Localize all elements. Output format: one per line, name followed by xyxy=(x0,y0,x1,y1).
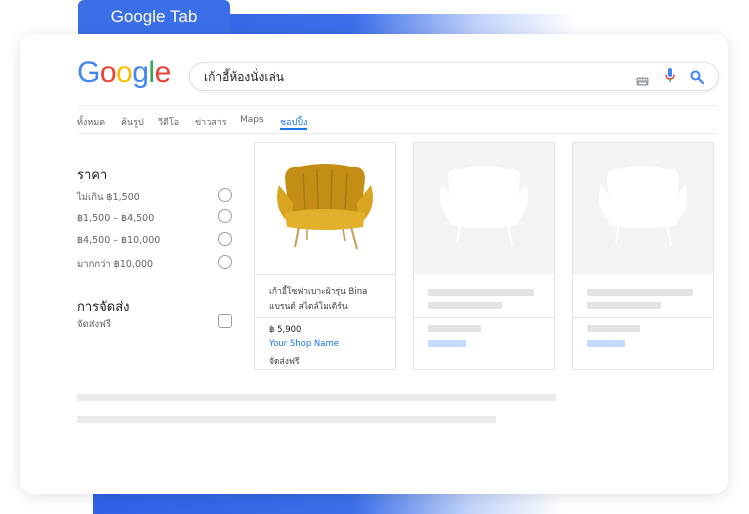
tab-videos[interactable]: วีดีโอ xyxy=(158,115,179,129)
microphone-icon[interactable] xyxy=(665,68,675,87)
google-tab-label: Google Tab xyxy=(78,0,230,34)
tab-maps[interactable]: Maps xyxy=(240,115,264,125)
search-input[interactable]: เก้าอี้ห้องนั่งเล่น xyxy=(189,62,719,91)
google-logo[interactable]: Google xyxy=(77,56,171,90)
shipping-filter-title: การจัดส่ง xyxy=(77,300,130,315)
product-shipping: จัดส่งฟรี xyxy=(269,357,300,367)
armchair-placeholder-icon xyxy=(599,166,687,246)
search-icon[interactable] xyxy=(690,69,705,88)
logo-letter-g2: g xyxy=(132,56,149,89)
price-filter-title: ราคา xyxy=(77,168,108,183)
nav-divider xyxy=(77,133,717,134)
tab-shopping[interactable]: ชอปปิ้ง xyxy=(280,115,307,129)
logo-letter-e: e xyxy=(154,56,172,89)
header-divider xyxy=(77,105,717,106)
price-option-radio-4[interactable] xyxy=(218,255,232,269)
title-placeholder xyxy=(428,289,534,296)
price-option-radio-1[interactable] xyxy=(218,188,232,202)
price-option-label: ฿4,500 – ฿10,000 xyxy=(77,235,161,246)
product-image-placeholder xyxy=(573,143,713,274)
logo-letter-o1: o xyxy=(99,56,117,89)
title-placeholder xyxy=(587,289,693,296)
shipping-option-label: จัดส่งฟรี xyxy=(77,319,112,330)
search-query-text: เก้าอี้ห้องนั่งเล่น xyxy=(204,70,285,84)
price-option-label: มากกว่า ฿10,000 xyxy=(77,259,154,270)
price-option-radio-2[interactable] xyxy=(218,209,232,223)
active-tab-indicator xyxy=(280,128,307,130)
title-placeholder xyxy=(587,302,661,309)
product-card-placeholder xyxy=(572,142,714,370)
logo-letter-o2: o xyxy=(116,56,133,89)
product-divider xyxy=(573,317,713,318)
product-shop-link[interactable]: Your Shop Name xyxy=(269,339,339,349)
free-shipping-checkbox[interactable] xyxy=(218,314,232,328)
keyboard-icon[interactable] xyxy=(636,71,649,90)
product-image-placeholder xyxy=(414,143,554,274)
shop-placeholder xyxy=(587,340,625,347)
content-skeleton-line xyxy=(77,394,556,401)
product-divider xyxy=(414,317,554,318)
title-placeholder xyxy=(428,302,502,309)
logo-letter-g1: G xyxy=(77,56,100,89)
footer-accent-band xyxy=(93,494,563,514)
product-divider xyxy=(255,274,395,275)
product-card-placeholder xyxy=(413,142,555,370)
tab-news[interactable]: ข่าวสาร xyxy=(195,115,227,129)
browser-card: Google เก้าอี้ห้องนั่งเล่น ทั้งหมด ค้นรู… xyxy=(20,34,728,494)
price-placeholder xyxy=(587,325,640,332)
price-option-label: ฿1,500 – ฿4,500 xyxy=(77,213,155,224)
product-title[interactable]: เก้าอี้โซฟาเบาะผ้ารุ่น Bina แบรนด์ สไตล์… xyxy=(269,285,387,315)
price-option-radio-3[interactable] xyxy=(218,232,232,246)
content-skeleton-line xyxy=(77,416,496,423)
tab-all[interactable]: ทั้งหมด xyxy=(77,115,105,129)
price-placeholder xyxy=(428,325,481,332)
product-divider xyxy=(255,317,395,318)
armchair-icon xyxy=(277,164,373,250)
product-card[interactable]: เก้าอี้โซฟาเบาะผ้ารุ่น Bina แบรนด์ สไตล์… xyxy=(254,142,396,370)
price-option-label: ไม่เกิน ฿1,500 xyxy=(77,192,140,203)
product-price: ฿ 5,900 xyxy=(269,325,302,335)
tab-images[interactable]: ค้นรูป xyxy=(121,115,144,129)
shop-placeholder xyxy=(428,340,466,347)
product-image[interactable] xyxy=(255,143,395,274)
armchair-placeholder-icon xyxy=(440,166,528,246)
